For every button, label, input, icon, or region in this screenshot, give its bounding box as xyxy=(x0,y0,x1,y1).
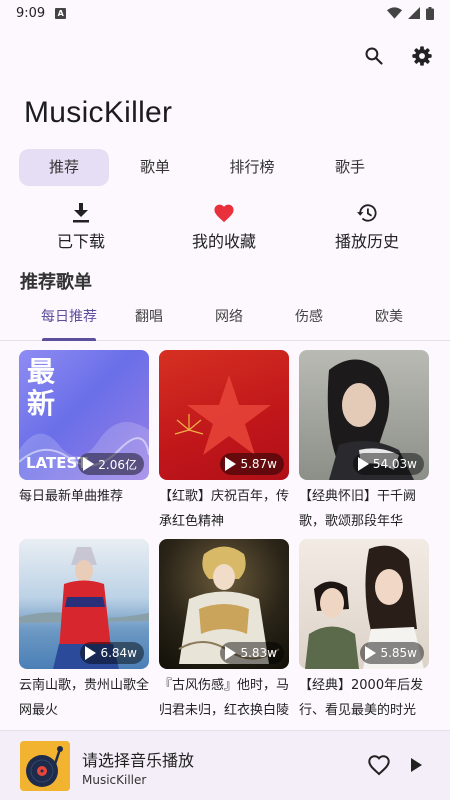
tab-indicator xyxy=(42,338,96,341)
heart-icon xyxy=(214,204,234,223)
search-button[interactable] xyxy=(356,40,392,72)
history-label: 播放历史 xyxy=(334,232,399,251)
play-count-badge: 5.87w xyxy=(220,453,284,475)
play-count-badge: 5.83w xyxy=(220,642,284,664)
gear-icon xyxy=(412,46,432,66)
playlist-cover: 5.85w xyxy=(299,539,429,669)
play-icon xyxy=(83,457,95,471)
play-count-badge: 2.06亿 xyxy=(78,453,144,475)
tab-playlists[interactable]: 歌单 xyxy=(110,149,200,186)
play-icon xyxy=(411,758,422,772)
play-count: 5.87w xyxy=(240,457,277,471)
playlist-title: 云南山歌，贵州山歌全网最火 xyxy=(19,678,149,718)
playlist-title: 『古风伤感』他时，马归君未归，红衣换白陵 xyxy=(159,678,289,718)
tab-charts[interactable]: 排行榜 xyxy=(206,149,298,186)
subtab-cover[interactable]: 翻唱 xyxy=(109,303,189,341)
tab-recommend[interactable]: 推荐 xyxy=(19,149,109,186)
history-button[interactable]: 播放历史 xyxy=(297,202,437,252)
cover-headline: 最新 xyxy=(27,355,56,420)
subtab-daily[interactable]: 每日推荐 xyxy=(29,303,109,341)
wifi-icon xyxy=(387,7,402,19)
section-title: 推荐歌单 xyxy=(20,272,92,293)
heart-outline-icon xyxy=(368,755,390,776)
subtab-sad[interactable]: 伤感 xyxy=(269,303,349,341)
playlist-card[interactable]: 6.84w 云南山歌，贵州山歌全网最火 xyxy=(19,539,149,723)
player-album-art xyxy=(20,741,70,791)
play-count-badge: 5.85w xyxy=(360,642,424,664)
play-icon xyxy=(357,457,369,471)
play-count: 5.83w xyxy=(240,646,277,660)
history-icon xyxy=(357,204,377,222)
playlist-title: 【经典怀旧】干千阙歌，歌颂那段年华 xyxy=(299,489,417,529)
playlist-cover: 54.03w xyxy=(299,350,429,480)
battery-icon xyxy=(426,6,434,20)
play-count: 6.84w xyxy=(100,646,137,660)
player-favorite-button[interactable] xyxy=(367,754,391,780)
playlist-card[interactable]: 54.03w 【经典怀旧】干千阙歌，歌颂那段年华 xyxy=(299,350,429,534)
playlist-cover: 6.84w xyxy=(19,539,149,669)
playlist-card[interactable]: 5.87w 【红歌】庆祝百年，传承红色精神 xyxy=(159,350,289,534)
search-icon xyxy=(365,47,383,65)
status-bar: 9:09 A xyxy=(0,0,450,26)
subtab-western[interactable]: 欧美 xyxy=(349,303,429,341)
settings-button[interactable] xyxy=(404,40,440,72)
quick-actions: 已下载 我的收藏 播放历史 xyxy=(0,202,450,254)
playlist-grid: 最新 LATEST 2.06亿 每日最新单曲推荐 5.87w 【红歌】庆祝百年，… xyxy=(0,350,450,730)
tab-singers[interactable]: 歌手 xyxy=(305,149,395,186)
downloaded-button[interactable]: 已下载 xyxy=(11,202,151,252)
app-title: MusicKiller xyxy=(24,96,173,129)
play-count: 54.03w xyxy=(372,457,417,471)
play-count-badge: 6.84w xyxy=(80,642,144,664)
subtab-network[interactable]: 网络 xyxy=(189,303,269,341)
top-actions xyxy=(356,40,440,72)
play-icon xyxy=(85,646,97,660)
play-icon xyxy=(365,646,377,660)
notification-icon: A xyxy=(55,7,67,19)
mini-player[interactable]: 请选择音乐播放 MusicKiller xyxy=(0,730,450,800)
play-count: 2.06亿 xyxy=(98,457,137,472)
playlist-card[interactable]: 最新 LATEST 2.06亿 每日最新单曲推荐 xyxy=(19,350,149,534)
playlist-card[interactable]: 5.83w 『古风伤感』他时，马归君未归，红衣换白陵 xyxy=(159,539,289,723)
playlist-cover: 5.83w xyxy=(159,539,289,669)
playlist-cover: 5.87w xyxy=(159,350,289,480)
playlist-card[interactable]: 5.85w 【经典】2000年后发行、看见最美的时光 xyxy=(299,539,429,723)
favorites-label: 我的收藏 xyxy=(191,232,256,251)
play-icon xyxy=(225,457,237,471)
play-icon xyxy=(225,646,237,660)
player-title: 请选择音乐播放 xyxy=(82,751,195,770)
play-count-badge: 54.03w xyxy=(352,453,424,475)
play-count: 5.85w xyxy=(380,646,417,660)
playlist-title: 【经典】2000年后发行、看见最美的时光 xyxy=(299,678,424,718)
player-play-button[interactable] xyxy=(408,756,424,778)
downloaded-label: 已下载 xyxy=(56,232,105,251)
sub-tabs: 每日推荐 翻唱 网络 伤感 欧美 xyxy=(0,303,450,341)
vinyl-icon xyxy=(20,741,70,791)
main-tabs: 推荐 歌单 排行榜 歌手 xyxy=(19,149,433,186)
download-icon xyxy=(73,203,89,223)
playlist-title: 【红歌】庆祝百年，传承红色精神 xyxy=(159,489,289,529)
subtab-daily-label: 每日推荐 xyxy=(41,309,97,325)
status-icons xyxy=(387,6,434,20)
playlist-cover: 最新 LATEST 2.06亿 xyxy=(19,350,149,480)
signal-icon xyxy=(408,7,420,19)
status-time: 9:09 xyxy=(16,5,46,21)
playlist-title: 每日最新单曲推荐 xyxy=(19,489,124,504)
favorites-button[interactable]: 我的收藏 xyxy=(154,202,294,252)
player-subtitle: MusicKiller xyxy=(82,773,147,787)
